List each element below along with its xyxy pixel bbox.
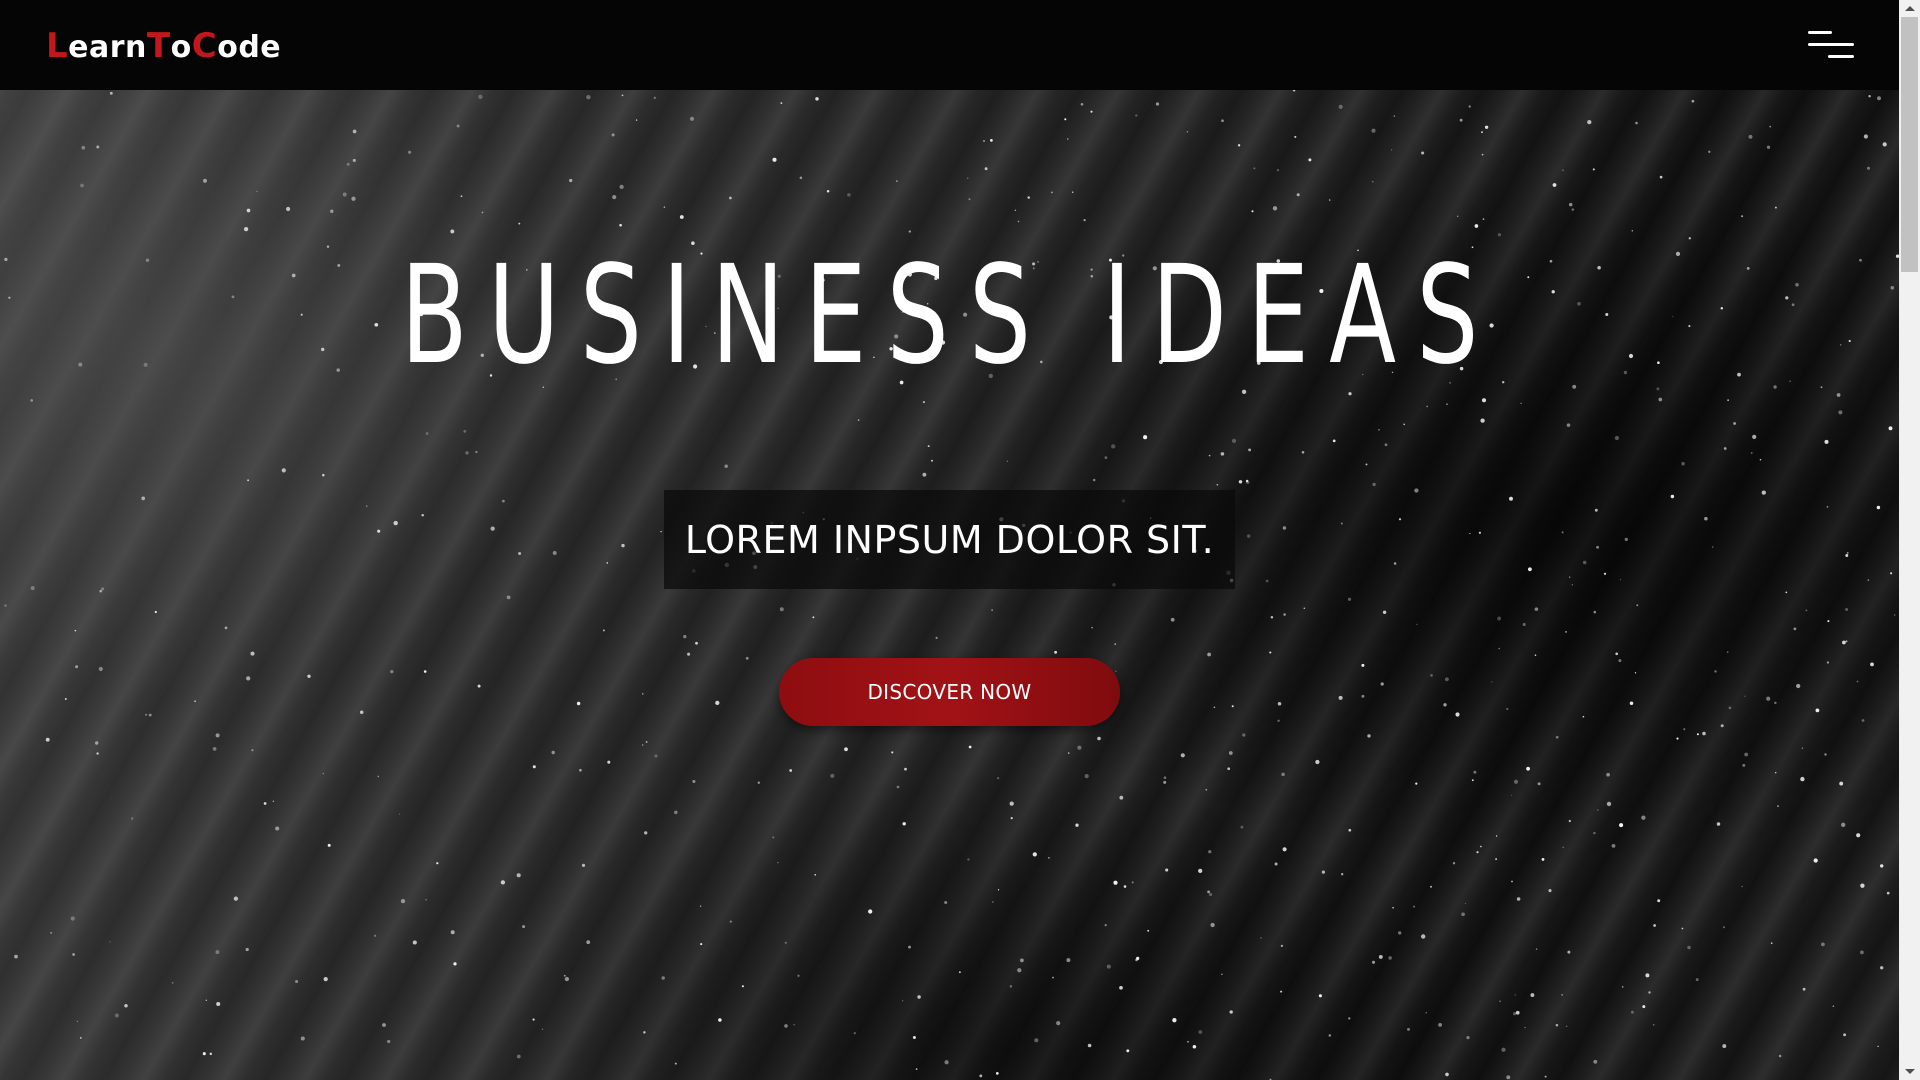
- logo-accent-letter: L: [46, 26, 69, 66]
- scrollbar-thumb[interactable]: [1901, 17, 1918, 272]
- logo-text-part: earn: [68, 30, 147, 65]
- hero-subtitle-box: LOREM INPSUM DOLOR SIT.: [664, 490, 1235, 589]
- hamburger-menu-icon[interactable]: [1808, 31, 1854, 61]
- hero-subtitle: LOREM INPSUM DOLOR SIT.: [684, 517, 1215, 562]
- menu-bar-middle: [1808, 43, 1854, 46]
- logo-accent-letter: C: [191, 26, 218, 66]
- scroll-up-arrow-icon[interactable]: [1899, 0, 1920, 17]
- vertical-scrollbar[interactable]: [1899, 0, 1920, 1080]
- site-logo[interactable]: LearnToCode: [46, 26, 281, 66]
- hero-title: BUSINESS IDEAS: [400, 237, 1499, 395]
- discover-now-button[interactable]: DISCOVER NOW: [779, 658, 1120, 726]
- menu-bar-top: [1808, 31, 1832, 34]
- logo-text-part: ode: [217, 30, 282, 65]
- logo-text-part: o: [170, 30, 192, 65]
- menu-bar-bottom: [1828, 55, 1854, 58]
- scroll-down-arrow-icon[interactable]: [1899, 1063, 1920, 1080]
- logo-accent-letter: T: [146, 26, 171, 66]
- landing-page: LearnToCode BUSINESS IDEAS LOREM INPSUM …: [0, 0, 1920, 1080]
- top-navbar: LearnToCode: [0, 0, 1899, 90]
